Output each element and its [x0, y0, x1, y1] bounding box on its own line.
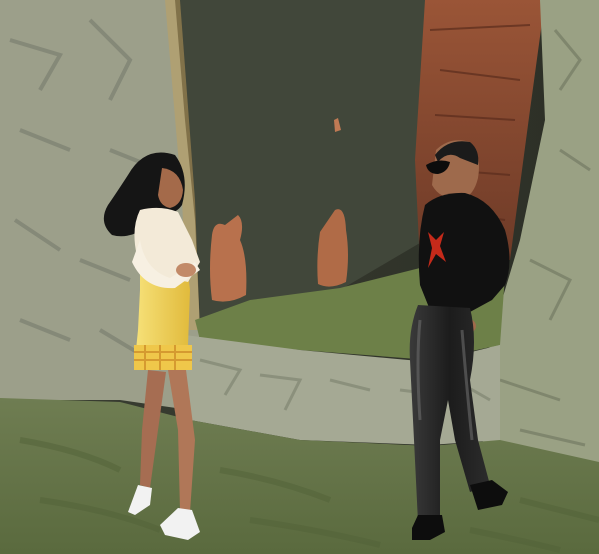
avatar-hands: [176, 263, 196, 277]
game-scene: [0, 0, 599, 554]
avatar-dress-plaid: [134, 345, 192, 370]
